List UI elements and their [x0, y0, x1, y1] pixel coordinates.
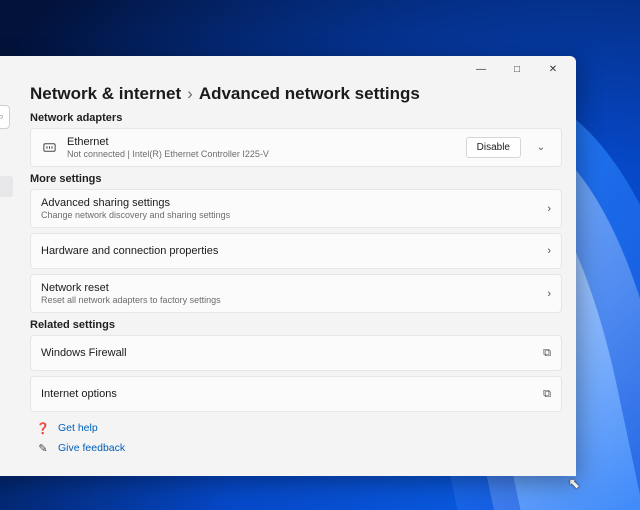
- card-network-reset[interactable]: Network reset Reset all network adapters…: [30, 274, 562, 313]
- adapter-name: Ethernet: [67, 136, 456, 148]
- card-title: Advanced sharing settings: [41, 197, 537, 209]
- breadcrumb-root[interactable]: Network & internet: [30, 84, 181, 104]
- sidebar-item-update[interactable]: vs Update: [0, 313, 13, 334]
- link-label: Give feedback: [58, 442, 125, 454]
- help-icon: ❓: [36, 421, 50, 435]
- give-feedback-link[interactable]: ✎ Give feedback: [30, 438, 562, 458]
- card-title: Hardware and connection properties: [41, 245, 537, 257]
- card-title: Internet options: [41, 388, 533, 400]
- section-adapters-header: Network adapters: [30, 112, 562, 124]
- section-more-header: More settings: [30, 173, 562, 185]
- minimize-button[interactable]: —: [464, 58, 498, 80]
- card-windows-firewall[interactable]: Windows Firewall ⧉: [30, 335, 562, 371]
- external-link-icon: ⧉: [543, 388, 551, 401]
- adapter-card-ethernet[interactable]: Ethernet Not connected | Intel(R) Ethern…: [30, 128, 562, 167]
- sidebar-item-network[interactable]: & internet: [0, 176, 13, 197]
- sidebar-item-security[interactable]: & security: [0, 292, 13, 313]
- breadcrumb: Network & internet › Advanced network se…: [30, 84, 562, 104]
- external-link-icon: ⧉: [543, 347, 551, 360]
- settings-window: — □ ✕ count ⌕ & devices & internet ation…: [0, 56, 576, 476]
- search-icon: ⌕: [0, 111, 4, 124]
- ethernet-icon: [41, 140, 57, 156]
- sidebar-item-accessibility[interactable]: ility: [0, 271, 13, 292]
- search-input[interactable]: ⌕: [0, 105, 10, 129]
- chevron-right-icon: ›: [547, 288, 551, 300]
- sidebar-item-personalization[interactable]: ation: [0, 197, 13, 218]
- page-title: Advanced network settings: [199, 84, 420, 104]
- card-title: Windows Firewall: [41, 347, 533, 359]
- maximize-button[interactable]: □: [500, 58, 534, 80]
- chevron-right-icon: ›: [187, 84, 193, 104]
- disable-button[interactable]: Disable: [466, 137, 521, 158]
- mouse-cursor: ⬉: [568, 475, 580, 492]
- feedback-icon: ✎: [36, 441, 50, 455]
- card-internet-options[interactable]: Internet options ⧉: [30, 376, 562, 412]
- card-hardware-properties[interactable]: Hardware and connection properties ›: [30, 233, 562, 269]
- expand-adapter-button[interactable]: ⌄: [531, 137, 551, 159]
- card-advanced-sharing[interactable]: Advanced sharing settings Change network…: [30, 189, 562, 228]
- titlebar: — □ ✕: [0, 56, 576, 82]
- get-help-link[interactable]: ❓ Get help: [30, 418, 562, 438]
- sidebar: count ⌕ & devices & internet ation angua…: [0, 82, 16, 476]
- card-title: Network reset: [41, 282, 537, 294]
- card-subtitle: Change network discovery and sharing set…: [41, 210, 537, 220]
- footer-links: ❓ Get help ✎ Give feedback: [30, 418, 562, 458]
- sidebar-item-devices[interactable]: & devices: [0, 155, 13, 176]
- card-subtitle: Reset all network adapters to factory se…: [41, 295, 537, 305]
- chevron-right-icon: ›: [547, 245, 551, 257]
- adapter-status: Not connected | Intel(R) Ethernet Contro…: [67, 149, 456, 159]
- chevron-right-icon: ›: [547, 203, 551, 215]
- link-label: Get help: [58, 422, 98, 434]
- close-button[interactable]: ✕: [536, 58, 570, 80]
- sidebar-item-language[interactable]: anguage: [0, 234, 13, 255]
- account-label[interactable]: count: [0, 82, 16, 103]
- section-related-header: Related settings: [30, 319, 562, 331]
- content-pane: Network & internet › Advanced network se…: [16, 82, 576, 476]
